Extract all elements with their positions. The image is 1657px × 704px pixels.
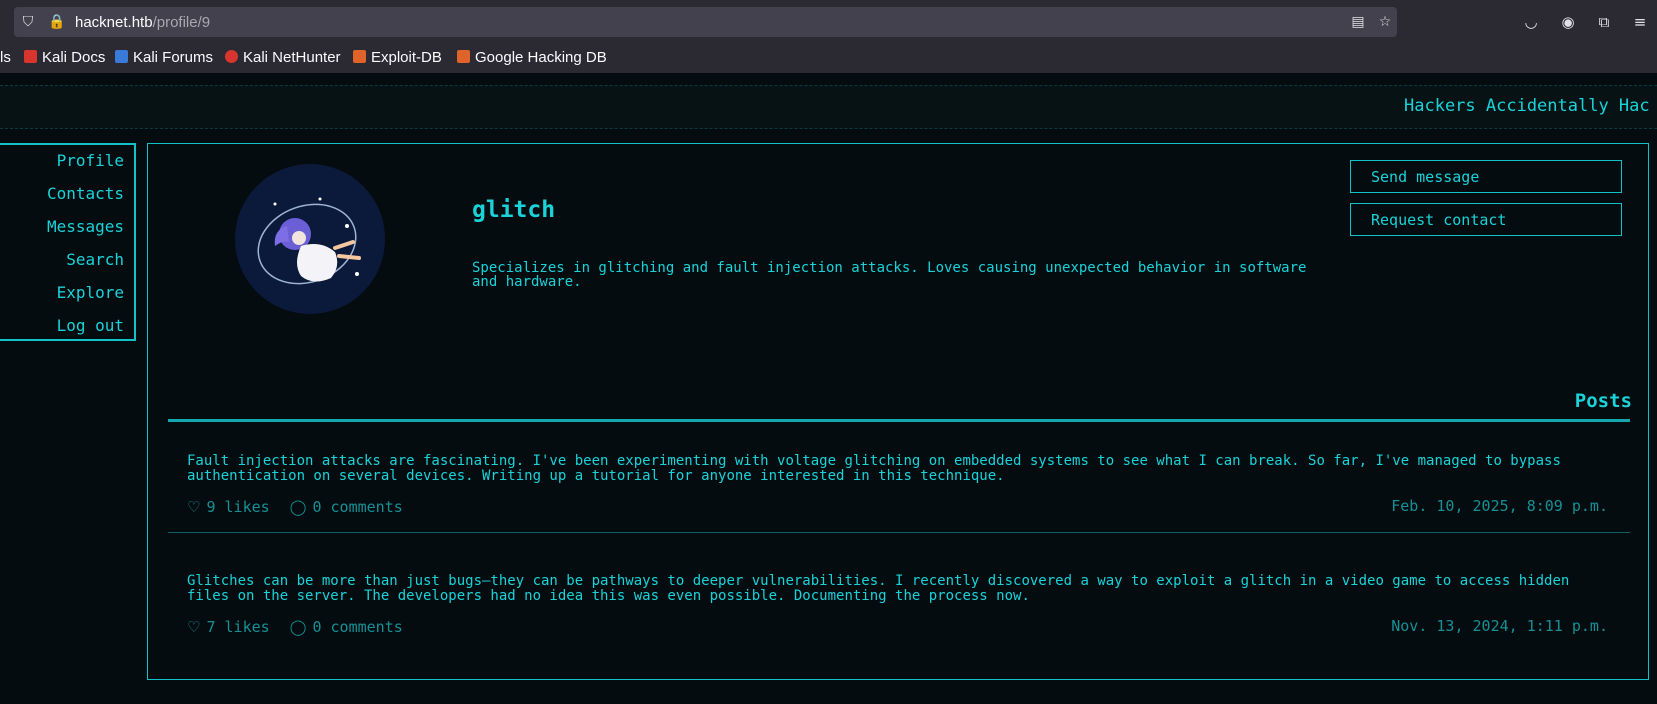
site-banner: Hackers Accidentally Hac	[0, 85, 1657, 129]
nav-log-out[interactable]: Log out	[57, 316, 124, 335]
bookmark-item[interactable]: Kali Forums	[115, 49, 213, 66]
url-text[interactable]: hacknet.htb/profile/9	[75, 14, 210, 31]
send-message-button[interactable]: Send message	[1350, 160, 1622, 193]
pocket-icon[interactable]: ◡	[1521, 12, 1541, 32]
banner-text: Hackers Accidentally Hac	[1404, 96, 1650, 116]
post-comments[interactable]: 0 comments	[312, 498, 402, 516]
post-meta: ♡ 7 likes ◯ 0 comments	[187, 618, 403, 636]
post-text: Fault injection attacks are fascinating.…	[187, 453, 1561, 484]
profile-username: glitch	[472, 197, 556, 223]
bookmark-item[interactable]: Kali NetHunter	[225, 49, 341, 66]
avatar-image	[235, 164, 385, 314]
nav-contacts[interactable]: Contacts	[47, 184, 124, 203]
account-icon[interactable]: ◉	[1558, 12, 1578, 32]
post-divider	[168, 532, 1630, 533]
post-meta: ♡ 9 likes ◯ 0 comments	[187, 498, 403, 516]
star-icon[interactable]: ☆	[1377, 14, 1393, 30]
browser-chrome: ⛉ 🔒 hacknet.htb/profile/9 ▤ ☆ ◡ ◉ ⧉ ≡ ls…	[0, 0, 1657, 73]
kali-docs-icon	[24, 50, 37, 63]
bookmark-item[interactable]: Exploit-DB	[353, 49, 442, 66]
posts-divider	[168, 419, 1630, 422]
nav-messages[interactable]: Messages	[47, 217, 124, 236]
heart-icon[interactable]: ♡	[187, 498, 200, 516]
request-contact-button[interactable]: Request contact	[1350, 203, 1622, 236]
post-likes[interactable]: 7 likes	[206, 618, 269, 636]
exploit-db-icon	[353, 50, 366, 63]
profile-bio: Specializes in glitching and fault injec…	[472, 260, 1307, 290]
bookmark-item[interactable]: Google Hacking DB	[457, 49, 607, 66]
avatar	[235, 164, 385, 314]
posts-heading: Posts	[1574, 390, 1632, 412]
profile-panel: glitch Specializes in glitching and faul…	[147, 143, 1649, 680]
nav-explore[interactable]: Explore	[57, 283, 124, 302]
comment-icon[interactable]: ◯	[290, 618, 307, 636]
bookmark-item[interactable]: Kali Docs	[24, 49, 105, 66]
post-date: Feb. 10, 2025, 8:09 p.m.	[1391, 497, 1608, 515]
post-comments[interactable]: 0 comments	[312, 618, 402, 636]
reader-icon[interactable]: ▤	[1350, 14, 1366, 30]
lock-icon[interactable]: 🔒	[48, 14, 65, 30]
nav-profile[interactable]: Profile	[57, 151, 124, 170]
heart-icon[interactable]: ♡	[187, 618, 200, 636]
url-bar[interactable]: ⛉ 🔒 hacknet.htb/profile/9 ▤ ☆	[14, 7, 1397, 37]
post-likes[interactable]: 9 likes	[206, 498, 269, 516]
comment-icon[interactable]: ◯	[290, 498, 307, 516]
bookmark-item[interactable]: ls	[0, 49, 11, 66]
google-hacking-db-icon	[457, 50, 470, 63]
nav-search[interactable]: Search	[66, 250, 124, 269]
kali-nethunter-icon	[225, 50, 238, 63]
kali-forums-icon	[115, 50, 128, 63]
extensions-icon[interactable]: ⧉	[1594, 12, 1614, 32]
post-date: Nov. 13, 2024, 1:11 p.m.	[1391, 617, 1608, 635]
side-nav: Profile Contacts Messages Search Explore…	[0, 143, 136, 341]
post-text: Glitches can be more than just bugs—they…	[187, 573, 1570, 604]
menu-icon[interactable]: ≡	[1630, 12, 1650, 32]
shield-icon[interactable]: ⛉	[20, 14, 36, 30]
